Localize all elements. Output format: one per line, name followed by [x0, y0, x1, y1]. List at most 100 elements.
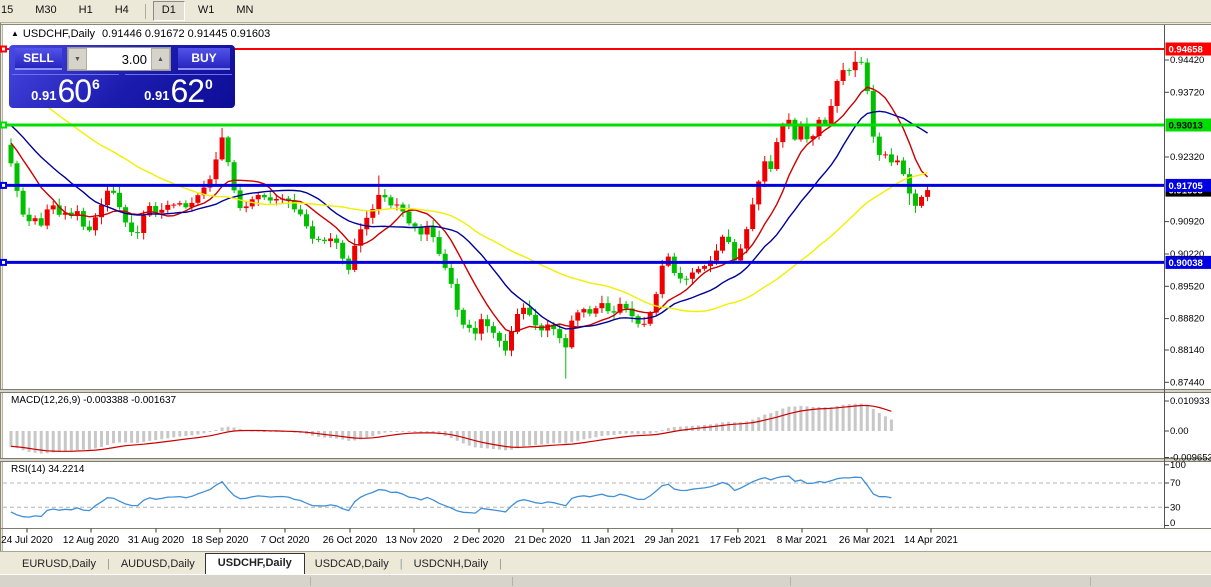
timeframe-button-mn[interactable]: MN — [227, 1, 262, 21]
mt4-terminal: 0.946580.930130.900380.916030.917050.944… — [0, 0, 1211, 587]
date-tick-label: 12 Aug 2020 — [63, 535, 120, 546]
sell-price-base: 0.91 — [31, 88, 56, 103]
volume-decrease-button[interactable]: ▼ — [68, 48, 87, 70]
candle-body — [177, 203, 182, 204]
candle-body — [244, 206, 249, 208]
collapse-triangle-icon[interactable]: ▲ — [11, 29, 19, 38]
chart-tab-usdchf[interactable]: USDCHF,Daily — [205, 553, 305, 574]
macd-histogram-bar — [335, 431, 338, 439]
volume-increase-button[interactable]: ▲ — [151, 48, 170, 70]
macd-histogram-bar — [190, 431, 193, 435]
sell-price-display[interactable]: 0.91 60 6 — [12, 74, 119, 107]
macd-histogram-bar — [528, 431, 531, 446]
candle-body — [304, 214, 309, 226]
candle-body — [593, 308, 598, 313]
candle-body — [220, 137, 225, 159]
macd-histogram-bar — [619, 431, 622, 434]
macd-histogram-bar — [824, 407, 827, 431]
candle-body — [883, 154, 888, 155]
chart-tab-eurusd[interactable]: EURUSD,Daily — [12, 555, 106, 574]
date-tick-label: 7 Oct 2020 — [261, 535, 310, 546]
buy-price-display[interactable]: 0.91 62 0 — [125, 74, 232, 107]
macd-histogram-bar — [347, 431, 350, 441]
candle-body — [660, 266, 665, 294]
date-tick-label: 24 Jul 2020 — [1, 535, 53, 546]
rsi-tick-label: 70 — [1170, 478, 1181, 489]
candle-body — [171, 205, 176, 206]
date-tick-label: 26 Mar 2021 — [839, 535, 896, 546]
candle-body — [141, 215, 146, 233]
candle-body — [274, 199, 279, 201]
macd-histogram-bar — [10, 431, 13, 447]
timeframe-button-w1[interactable]: W1 — [189, 1, 224, 21]
candle-body — [768, 161, 773, 169]
timeframe-button-m30[interactable]: M30 — [26, 1, 65, 21]
macd-histogram-bar — [709, 424, 712, 431]
candle-body — [497, 333, 502, 341]
macd-histogram-bar — [94, 431, 97, 449]
macd-histogram-bar — [227, 427, 230, 431]
candle-body — [678, 273, 683, 279]
timeframe-button-15[interactable]: 15 — [0, 1, 22, 21]
macd-histogram-bar — [588, 431, 591, 438]
macd-histogram-bar — [492, 431, 495, 449]
badge-price-text: 0.91705 — [1169, 181, 1204, 192]
chart-tab-audusd[interactable]: AUDUSD,Daily — [111, 555, 205, 574]
macd-histogram-bar — [763, 415, 766, 431]
macd-histogram-bar — [142, 431, 145, 442]
candle-body — [672, 257, 677, 273]
macd-histogram-bar — [196, 431, 199, 435]
timeframe-button-h4[interactable]: H4 — [106, 1, 138, 21]
price-tick-label: 0.93720 — [1170, 87, 1204, 98]
candle-body — [690, 273, 695, 279]
candle-body — [455, 284, 460, 310]
macd-histogram-bar — [371, 431, 374, 436]
candle-body — [750, 204, 755, 229]
rsi-indicator-label: RSI(14) 34.2214 — [11, 464, 84, 475]
volume-spinner: ▼ ▲ — [67, 47, 171, 71]
macd-histogram-bar — [769, 413, 772, 431]
candle-body — [473, 328, 478, 334]
buy-button[interactable]: BUY — [178, 48, 230, 70]
volume-input[interactable] — [87, 48, 151, 70]
candle-body — [322, 240, 327, 241]
macd-histogram-bar — [377, 431, 380, 434]
sell-button[interactable]: SELL — [15, 48, 62, 70]
buy-price-point: 0 — [205, 76, 213, 92]
window-edge — [310, 577, 311, 586]
macd-histogram-bar — [516, 431, 519, 448]
macd-tick-label: 0.010933 — [1170, 396, 1210, 407]
date-tick-label: 13 Nov 2020 — [386, 535, 443, 546]
macd-histogram-bar — [830, 407, 833, 431]
macd-indicator-label: MACD(12,26,9) -0.003388 -0.001637 — [11, 395, 176, 406]
rsi-tick-label: 30 — [1170, 502, 1181, 513]
macd-histogram-bar — [52, 431, 55, 453]
candle-body — [895, 161, 900, 163]
candle-body — [901, 161, 906, 175]
candle-body — [425, 226, 430, 234]
macd-histogram-bar — [420, 431, 423, 433]
candle-body — [449, 268, 454, 284]
timeframe-button-h1[interactable]: H1 — [70, 1, 102, 21]
candle-body — [479, 319, 484, 334]
candle-body — [33, 218, 38, 221]
macd-histogram-bar — [787, 407, 790, 431]
macd-histogram-bar — [872, 409, 875, 431]
candle-body — [334, 239, 339, 243]
macd-histogram-bar — [401, 431, 404, 432]
timeframe-button-d1[interactable]: D1 — [153, 1, 185, 21]
macd-histogram-bar — [842, 405, 845, 431]
macd-histogram-bar — [203, 431, 206, 433]
macd-histogram-bar — [818, 407, 821, 431]
rsi-tick-label: 100 — [1170, 460, 1186, 471]
macd-histogram-bar — [480, 431, 483, 448]
macd-histogram-bar — [46, 431, 49, 453]
macd-histogram-bar — [631, 431, 634, 434]
price-tick-label: 0.94420 — [1170, 55, 1204, 66]
tab-separator: | — [498, 555, 503, 574]
chart-tab-usdcad[interactable]: USDCAD,Daily — [305, 555, 399, 574]
buy-price-base: 0.91 — [144, 88, 169, 103]
macd-histogram-bar — [884, 416, 887, 431]
chart-tab-usdcnh[interactable]: USDCNH,Daily — [404, 555, 499, 574]
macd-histogram-bar — [341, 431, 344, 440]
